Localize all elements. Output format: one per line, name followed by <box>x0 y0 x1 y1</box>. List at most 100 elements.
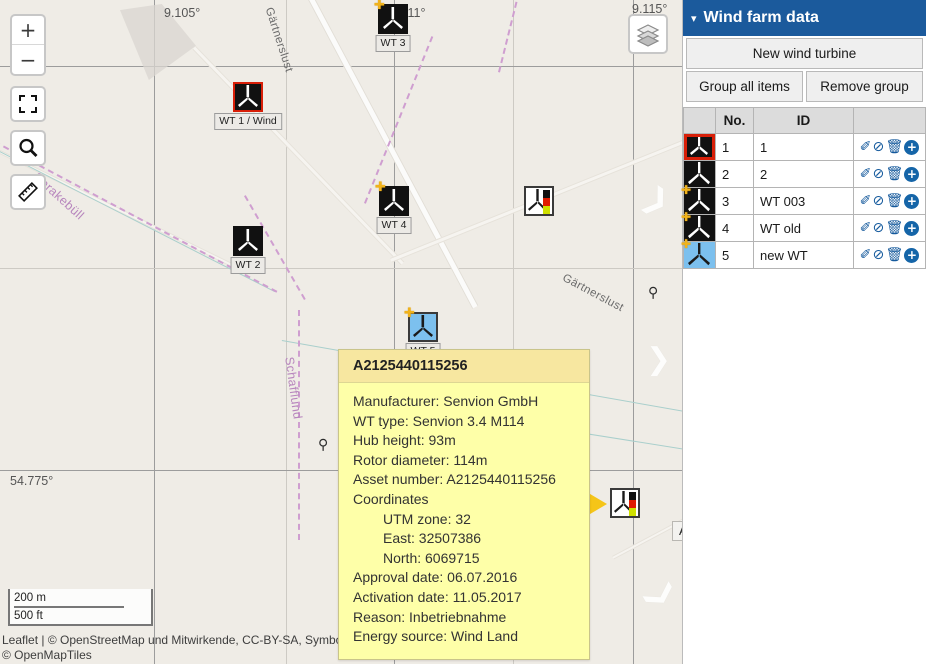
row-icon-cell[interactable] <box>684 134 716 161</box>
search-icon <box>17 137 39 159</box>
header-id[interactable]: ID <box>754 108 854 134</box>
edit-icon[interactable]: ✐ <box>860 194 872 208</box>
delete-icon[interactable]: 🗑 <box>885 221 903 235</box>
primary-button-row: New wind turbine <box>683 36 926 69</box>
road-label: Gärtnerslust <box>263 6 295 74</box>
disable-icon[interactable]: ⊘ <box>873 221 885 235</box>
group-button-row: Group all items Remove group <box>683 69 926 102</box>
zoom-out-button[interactable]: − <box>12 45 44 74</box>
panel-title: Wind farm data <box>704 9 819 27</box>
add-icon[interactable]: + <box>904 140 919 155</box>
chevron-down-icon[interactable]: ▾ <box>691 12 697 25</box>
turbine-table: No. ID <box>683 107 926 269</box>
add-icon[interactable]: + <box>904 248 919 263</box>
panel-header[interactable]: ▾ Wind farm data <box>683 0 926 36</box>
marker-label: WT 2 <box>231 257 266 274</box>
delete-icon[interactable]: 🗑 <box>885 194 903 208</box>
move-handle-icon[interactable]: ✚ <box>374 0 385 12</box>
row-id[interactable]: WT old <box>754 215 854 242</box>
marker-label: WT 4 <box>377 217 412 234</box>
map-canvas[interactable]: ❯ ❯ ❯ ⚲ ⚲ 9.105° .11° 9.115° 54.775° Gär… <box>0 0 682 664</box>
layers-button[interactable] <box>628 14 668 54</box>
graticule-line <box>0 66 682 67</box>
group-all-items-button[interactable]: Group all items <box>686 71 803 102</box>
new-wind-turbine-button[interactable]: New wind turbine <box>686 38 923 69</box>
edit-icon[interactable]: ✐ <box>860 221 872 235</box>
edit-icon[interactable]: ✐ <box>860 248 872 262</box>
disable-icon[interactable]: ⊘ <box>873 140 885 154</box>
delete-icon[interactable]: 🗑 <box>885 140 903 154</box>
add-icon[interactable]: + <box>904 194 919 209</box>
direction-chevron-icon: ❯ <box>638 182 676 221</box>
row-number: 5 <box>716 242 754 269</box>
zoom-control[interactable]: + − <box>10 14 46 76</box>
row-number: 3 <box>716 188 754 215</box>
move-handle-icon[interactable]: ✚ <box>404 307 415 320</box>
scale-imperial: 500 ft <box>14 606 124 624</box>
row-number: 1 <box>716 134 754 161</box>
delete-icon[interactable]: 🗑 <box>885 167 903 181</box>
table-row[interactable]: ✚ 4 WT old ✐ ⊘ 🗑 + <box>684 215 926 242</box>
row-icon-cell[interactable]: ✚ <box>684 242 716 269</box>
map-marker-wt1[interactable]: WT 1 / Wind <box>233 82 263 112</box>
zoom-in-button[interactable]: + <box>12 16 44 45</box>
status-strip <box>543 190 550 214</box>
turbine-icon-existing <box>610 488 640 518</box>
graticule-line-minor <box>0 268 682 269</box>
map-marker-asset-upper[interactable] <box>524 186 554 216</box>
header-actions <box>854 108 926 134</box>
marker-label: WT 1 / Wind <box>214 113 282 130</box>
move-handle-icon[interactable]: ✚ <box>375 181 386 194</box>
map-marker-wt3[interactable]: ✚ WT 3 <box>378 4 408 34</box>
status-strip <box>629 492 636 516</box>
turbine-icon-selected <box>233 82 263 112</box>
table-row[interactable]: 1 1 ✐ ⊘ 🗑 + <box>684 134 926 161</box>
move-handle-icon[interactable]: ✚ <box>681 211 691 223</box>
add-icon[interactable]: + <box>904 167 919 182</box>
row-id[interactable]: 1 <box>754 134 854 161</box>
row-actions: ✐ ⊘ 🗑 + <box>854 188 926 215</box>
layers-icon <box>635 21 661 47</box>
disable-icon[interactable]: ⊘ <box>873 194 885 208</box>
row-id[interactable]: new WT <box>754 242 854 269</box>
popup-row: North: 6069715 <box>353 549 579 569</box>
move-handle-icon[interactable]: ✚ <box>681 238 691 250</box>
road-segment <box>192 46 404 265</box>
table-row[interactable]: ✚ 3 WT 003 ✐ ⊘ 🗑 + <box>684 188 926 215</box>
row-number: 4 <box>716 215 754 242</box>
map-marker-wt4[interactable]: ✚ WT 4 <box>379 186 409 216</box>
fullscreen-button[interactable] <box>10 86 46 122</box>
wind-farm-data-panel: ▾ Wind farm data New wind turbine Group … <box>682 0 926 664</box>
turbine-icon-selected <box>684 134 715 160</box>
row-id[interactable]: 2 <box>754 161 854 188</box>
popup-row: Manufacturer: Senvion GmbH <box>353 392 579 412</box>
header-icon <box>684 108 716 134</box>
map-marker-asset-selected[interactable]: A2125440115256 <box>610 488 640 518</box>
row-id[interactable]: WT 003 <box>754 188 854 215</box>
direction-chevron-icon: ❯ <box>646 345 671 375</box>
table-row[interactable]: 2 2 ✐ ⊘ 🗑 + <box>684 161 926 188</box>
disable-icon[interactable]: ⊘ <box>873 248 885 262</box>
disable-icon[interactable]: ⊘ <box>873 167 885 181</box>
map-marker-wt5[interactable]: ✚ WT 5 <box>408 312 438 342</box>
header-no[interactable]: No. <box>716 108 754 134</box>
edit-icon[interactable]: ✐ <box>860 167 872 181</box>
move-handle-icon[interactable]: ✚ <box>681 184 691 196</box>
edit-icon[interactable]: ✐ <box>860 140 872 154</box>
popup-row: Reason: Inbetriebnahme <box>353 608 579 628</box>
popup-row: UTM zone: 32 <box>353 510 579 530</box>
delete-icon[interactable]: 🗑 <box>885 248 903 262</box>
wind-symbol-icon: ⚲ <box>318 438 328 452</box>
add-icon[interactable]: + <box>904 221 919 236</box>
remove-group-button[interactable]: Remove group <box>806 71 923 102</box>
boundary-line <box>498 0 520 72</box>
search-button[interactable] <box>10 130 46 166</box>
turbine-icon: ✚ <box>379 186 409 216</box>
table-row[interactable]: ✚ 5 new WT ✐ ⊘ 🗑 + <box>684 242 926 269</box>
measure-button[interactable] <box>10 174 46 210</box>
marker-label: A2125440115256 <box>672 521 682 541</box>
row-actions: ✐ ⊘ 🗑 + <box>854 215 926 242</box>
map-marker-wt2[interactable]: WT 2 <box>233 226 263 256</box>
turbine-detail-popup[interactable]: A2125440115256 Manufacturer: Senvion Gmb… <box>338 349 590 660</box>
turbine-icon-new: ✚ <box>408 312 438 342</box>
